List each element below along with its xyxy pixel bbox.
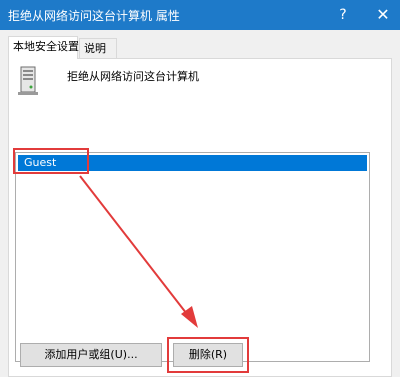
dialog-body: 本地安全设置 说明 拒绝从网络访问这台计算机 Guest 添加用户或组(U)..… [0,30,400,377]
highlight-guest-box [13,148,89,174]
tab-local-security-setting[interactable]: 本地安全设置 [8,36,79,59]
server-icon [18,66,38,95]
policy-name: 拒绝从网络访问这台计算机 [67,70,199,83]
help-button[interactable]: ? [326,0,360,30]
window-title: 拒绝从网络访问这台计算机 属性 [8,9,180,23]
highlight-remove-box [167,337,249,373]
add-user-or-group-button[interactable]: 添加用户或组(U)... [20,343,162,367]
tab-explain[interactable]: 说明 [79,38,117,58]
close-button[interactable]: ✕ [366,0,400,30]
account-list[interactable]: Guest [15,152,370,362]
title-bar: 拒绝从网络访问这台计算机 属性 ? ✕ [0,0,400,30]
